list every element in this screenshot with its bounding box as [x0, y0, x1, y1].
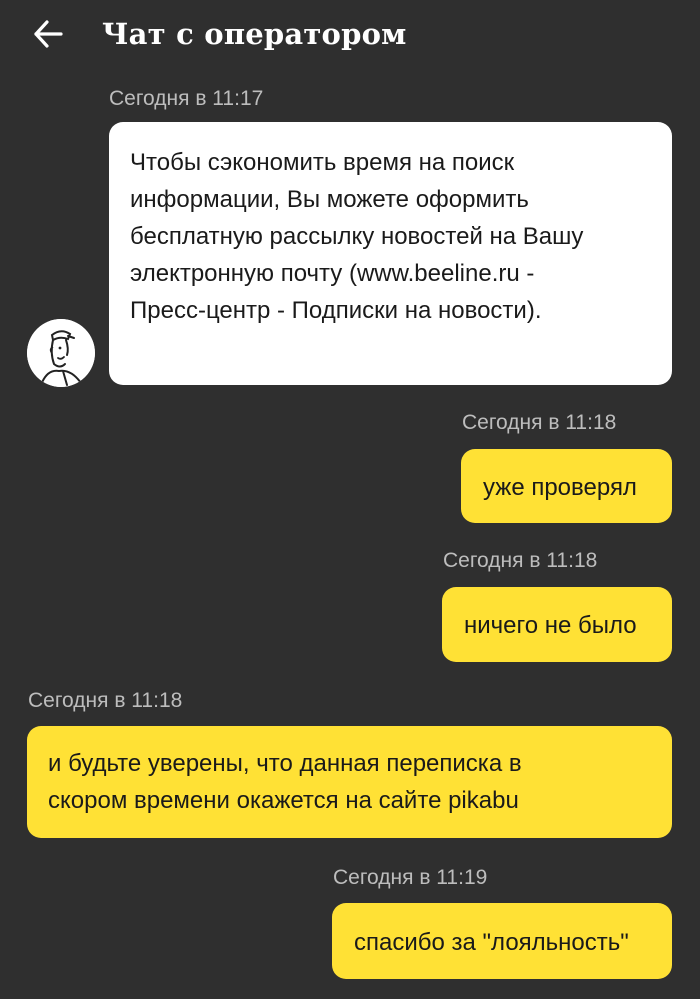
operator-message-bubble: Чтобы сэкономить время на поиск информац… [109, 122, 672, 385]
message-timestamp: Сегодня в 11:17 [109, 87, 264, 110]
message-line: Пресс-центр - Подписки на новости). [130, 297, 542, 324]
message-line: и будьте уверены, что данная переписка в [48, 750, 522, 777]
message-text: спасибо за "лояльность" [354, 929, 629, 956]
user-message-bubble: спасибо за "лояльность" [332, 903, 672, 979]
user-message-bubble: и будьте уверены, что данная переписка в… [27, 726, 672, 838]
message-timestamp: Сегодня в 11:18 [462, 411, 617, 434]
message-text: ничего не было [464, 612, 637, 639]
message-timestamp: Сегодня в 11:18 [443, 549, 598, 572]
arrow-left-icon [34, 20, 63, 48]
message-line: Чтобы сэкономить время на поиск [130, 149, 515, 176]
message-timestamp: Сегодня в 11:18 [28, 689, 183, 712]
operator-avatar-icon [27, 319, 95, 387]
message-line: информации, Вы можете оформить [130, 186, 529, 213]
chat-header: Чат с оператором [0, 0, 700, 70]
operator-avatar [27, 319, 95, 387]
message-text: уже проверял [483, 474, 637, 501]
back-button[interactable] [28, 14, 68, 54]
message-line: скором времени окажется на сайте pikabu [48, 787, 519, 814]
message-line: бесплатную рассылку новостей на Вашу [130, 223, 584, 250]
user-message-bubble: ничего не было [442, 587, 672, 662]
message-timestamp: Сегодня в 11:19 [333, 866, 488, 889]
message-line: электронную почту (www.beeline.ru - [130, 260, 535, 287]
page-title: Чат с оператором [102, 17, 407, 51]
user-message-bubble: уже проверял [461, 449, 672, 523]
